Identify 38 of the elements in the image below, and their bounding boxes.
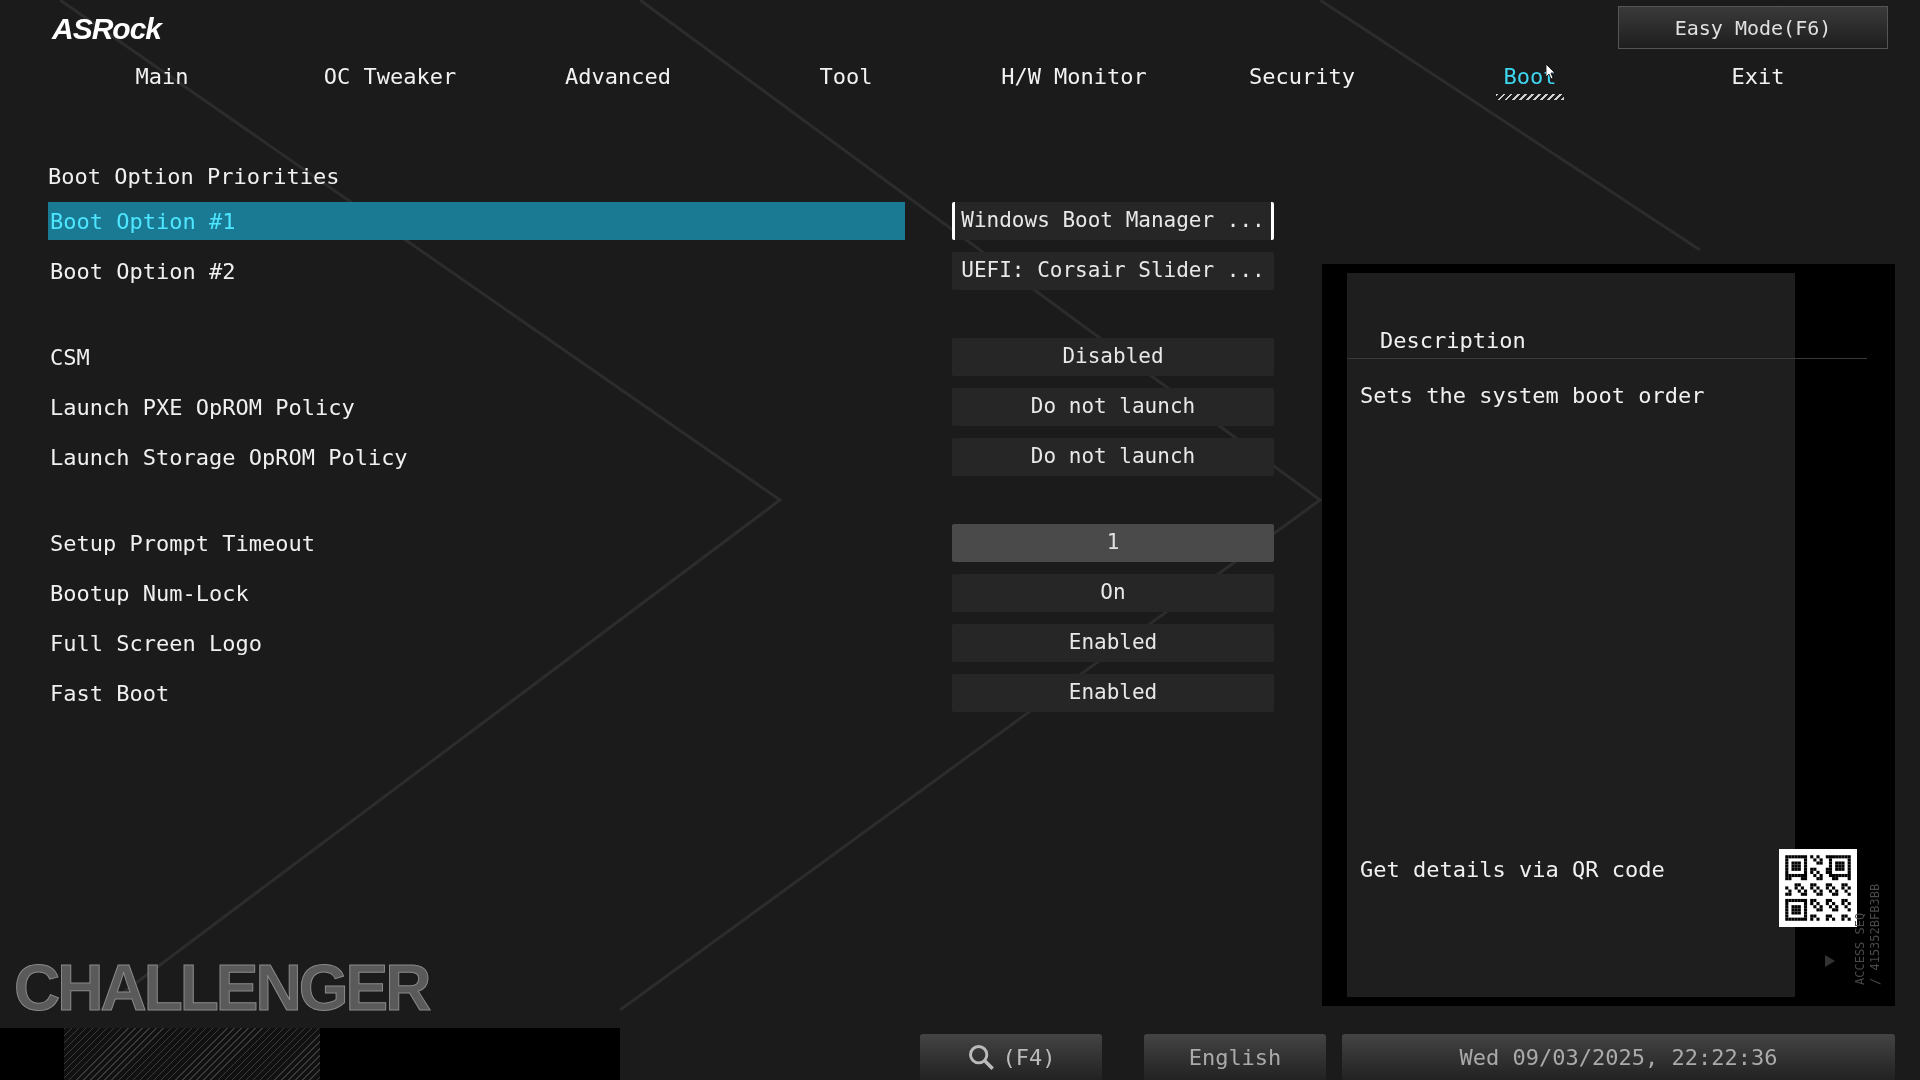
value-dropdown[interactable]: Enabled <box>952 624 1274 662</box>
easy-mode-button[interactable]: Easy Mode(F6) <box>1618 6 1888 49</box>
brand-logo: CHALLENGER <box>14 956 429 1020</box>
value-field[interactable]: 1 <box>952 524 1274 562</box>
nav-tab[interactable]: OC Tweaker <box>315 52 465 100</box>
date-time: Wed 09/03/2025, 22:22:36 <box>1342 1034 1895 1080</box>
search-icon <box>966 1043 995 1071</box>
value-dropdown[interactable]: Enabled <box>952 674 1274 712</box>
nav-tab[interactable]: Exit <box>1723 52 1793 100</box>
search-button[interactable]: (F4) <box>920 1034 1102 1080</box>
logo: ASRock <box>52 14 162 44</box>
language-button[interactable]: English <box>1144 1034 1326 1080</box>
setting-label[interactable]: Launch Storage OpROM Policy <box>48 438 905 476</box>
setting-label[interactable]: Setup Prompt Timeout <box>48 524 905 562</box>
nav-tab[interactable]: Tool <box>811 52 881 100</box>
setting-label[interactable]: Launch PXE OpROM Policy <box>48 388 905 426</box>
description-title: Description <box>1347 323 1867 359</box>
nav-tab[interactable]: Advanced <box>557 52 679 100</box>
section-title: Boot Option Priorities <box>48 162 341 191</box>
nav-tab[interactable]: Security <box>1241 52 1363 100</box>
description-text: Sets the system boot order <box>1359 382 1706 410</box>
nav-tab[interactable]: Main <box>127 52 197 100</box>
value-dropdown[interactable]: Do not launch <box>952 438 1274 476</box>
value-dropdown[interactable]: Do not launch <box>952 388 1274 426</box>
setting-label[interactable]: Fast Boot <box>48 674 905 712</box>
play-icon <box>1825 955 1835 967</box>
setting-label[interactable]: Full Screen Logo <box>48 624 905 662</box>
setting-label[interactable]: CSM <box>48 338 905 376</box>
access-code-text: ACCESS SEQ / 415352BFB3BB <box>1853 882 1883 985</box>
qr-code-icon <box>1779 849 1857 927</box>
value-dropdown[interactable]: Disabled <box>952 338 1274 376</box>
setting-label[interactable]: Boot Option #2 <box>48 252 905 290</box>
qr-caption: Get details via QR code <box>1360 856 1666 884</box>
nav-tab[interactable]: H/W Monitor <box>993 52 1155 100</box>
value-dropdown[interactable]: Windows Boot Manager ... <box>952 202 1274 240</box>
value-dropdown[interactable]: On <box>952 574 1274 612</box>
setting-label[interactable]: Bootup Num-Lock <box>48 574 905 612</box>
value-dropdown[interactable]: UEFI: Corsair Slider ... <box>952 252 1274 290</box>
